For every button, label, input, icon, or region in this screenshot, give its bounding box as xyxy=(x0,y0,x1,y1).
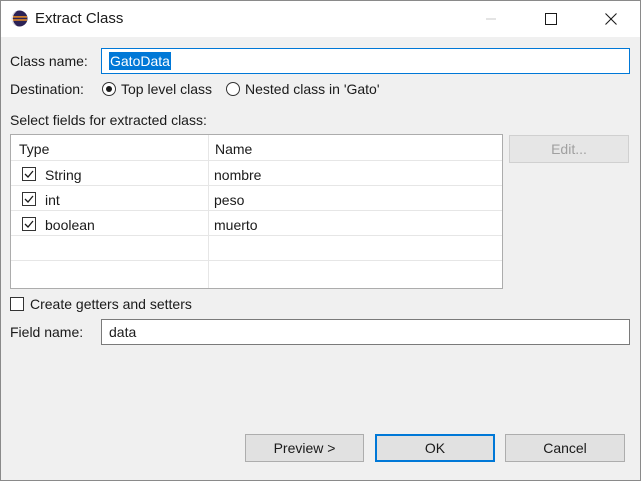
ok-button[interactable]: OK xyxy=(375,434,495,462)
row-name-nombre: nombre xyxy=(214,167,262,183)
radio-selected-dot xyxy=(106,86,112,92)
checkmark-icon xyxy=(24,195,34,203)
maximize-button[interactable] xyxy=(528,1,574,37)
minimize-icon xyxy=(486,18,496,20)
field-name-value: data xyxy=(109,324,137,340)
row-divider xyxy=(11,235,502,236)
field-name-label: Field name: xyxy=(10,324,84,340)
top-level-class-label[interactable]: Top level class xyxy=(121,81,212,97)
column-divider xyxy=(208,135,209,288)
title-bar: Extract Class xyxy=(1,1,640,37)
checkmark-icon xyxy=(24,220,34,228)
cancel-button[interactable]: Cancel xyxy=(505,434,625,462)
row-name-peso: peso xyxy=(214,192,245,208)
top-level-class-radio[interactable] xyxy=(102,82,116,96)
row-type-int: int xyxy=(45,192,60,208)
row-name-muerto: muerto xyxy=(214,217,258,233)
row-divider xyxy=(11,260,502,261)
fields-table[interactable]: Type Name String nombre int peso boolean… xyxy=(10,134,503,289)
class-name-input[interactable]: GatoData xyxy=(101,48,630,74)
extract-class-dialog: Extract Class Class name: GatoData Desti… xyxy=(0,0,641,481)
row-divider xyxy=(11,210,502,211)
row-type-string: String xyxy=(45,167,82,183)
row-divider xyxy=(11,185,502,186)
row-divider xyxy=(11,160,502,161)
field-checkbox-boolean[interactable] xyxy=(22,217,36,231)
nested-class-radio[interactable] xyxy=(226,82,240,96)
field-checkbox-int[interactable] xyxy=(22,192,36,206)
field-checkbox-string[interactable] xyxy=(22,167,36,181)
create-getters-label[interactable]: Create getters and setters xyxy=(30,296,192,312)
maximize-icon xyxy=(545,13,557,25)
column-header-name[interactable]: Name xyxy=(215,135,252,161)
eclipse-icon xyxy=(11,10,28,27)
checkmark-icon xyxy=(24,170,34,178)
close-button[interactable] xyxy=(588,1,634,37)
class-name-label: Class name: xyxy=(10,53,88,69)
window-title: Extract Class xyxy=(35,10,124,27)
minimize-button[interactable] xyxy=(468,1,514,37)
destination-label: Destination: xyxy=(10,81,84,97)
class-name-value: GatoData xyxy=(109,52,171,70)
create-getters-checkbox[interactable] xyxy=(10,297,24,311)
preview-button[interactable]: Preview > xyxy=(245,434,364,462)
column-header-type[interactable]: Type xyxy=(19,135,49,161)
select-fields-label: Select fields for extracted class: xyxy=(10,112,207,128)
edit-button[interactable]: Edit... xyxy=(509,135,629,163)
row-type-boolean: boolean xyxy=(45,217,95,233)
field-name-input[interactable]: data xyxy=(101,319,630,345)
close-icon xyxy=(605,13,617,25)
nested-class-label[interactable]: Nested class in 'Gato' xyxy=(245,81,380,97)
